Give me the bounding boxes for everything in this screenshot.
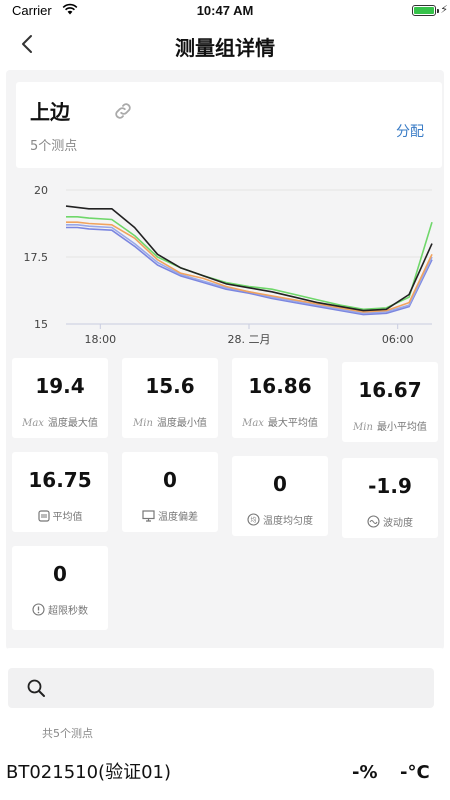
page-title: 测量组详情	[175, 36, 275, 60]
stat-tile: 0 均温度均匀度	[232, 456, 328, 536]
series-line	[66, 226, 433, 316]
stat-label-row: 均温度均匀度	[232, 512, 328, 529]
stat-label: 平均值	[52, 512, 83, 523]
stat-label-row: 波动度	[342, 514, 438, 531]
sensor-row[interactable]: BT021510(验证01) -% -°C	[0, 752, 450, 792]
stat-label: 最大平均值	[267, 418, 318, 429]
stat-label: 温度偏差	[158, 512, 198, 523]
y-tick-label: 15	[34, 318, 48, 331]
alert-icon	[32, 603, 45, 619]
stat-tile: 0 温度偏差	[122, 452, 218, 532]
stat-label-row: Min 温度最小值	[122, 414, 218, 429]
search-icon	[27, 679, 45, 697]
stat-tile: 16.67 Min 最小平均值	[342, 362, 438, 442]
series-line	[66, 223, 433, 315]
search-input[interactable]	[56, 676, 416, 700]
search-box[interactable]	[8, 668, 434, 708]
max-text-icon: Max	[242, 418, 264, 429]
stat-value: 0	[273, 472, 287, 496]
stat-value: 0	[53, 562, 67, 586]
point-count: 5个测点	[30, 139, 78, 154]
nav-bar: 测量组详情	[0, 22, 450, 68]
stat-tile: 0 超限秒数	[12, 546, 108, 630]
stat-label-row: 平均值	[12, 508, 108, 525]
wave-icon	[367, 515, 380, 531]
y-tick-label: 17.5	[24, 251, 49, 264]
stat-tile: 16.86 Max 最大平均值	[232, 358, 328, 438]
sensor-name: BT021510(验证01)	[6, 762, 172, 783]
link-icon[interactable]	[112, 100, 134, 122]
stat-value: 19.4	[35, 374, 85, 398]
chart-svg: 20 17.5 15 18:00 28. 二月 06:00	[24, 184, 433, 346]
stat-label: 温度最大值	[47, 418, 98, 429]
stat-label-row: Min 最小平均值	[342, 418, 438, 433]
stat-value: 16.75	[28, 468, 92, 492]
min-text-icon: Min	[353, 422, 373, 433]
stat-label: 超限秒数	[48, 606, 88, 617]
stat-label: 波动度	[383, 518, 413, 529]
stat-label: 温度均匀度	[263, 516, 313, 527]
stat-label-row: Max 最大平均值	[232, 414, 328, 429]
svg-text:均: 均	[250, 516, 256, 524]
uniformity-icon: 均	[247, 513, 260, 529]
stat-value: -1.9	[368, 474, 412, 498]
max-text-icon: Max	[22, 418, 44, 429]
stat-tile: 16.75 平均值	[12, 452, 108, 532]
stat-label-row: Max 温度最大值	[12, 414, 108, 429]
stat-label: 最小平均值	[376, 422, 427, 433]
stat-value: 16.67	[358, 378, 422, 402]
average-icon	[37, 509, 50, 525]
stat-label: 温度最小值	[156, 418, 207, 429]
stat-tile: 15.6 Min 温度最小值	[122, 358, 218, 438]
battery-icon	[412, 5, 439, 16]
monitor-icon	[142, 509, 155, 525]
stat-tile: -1.9 波动度	[342, 458, 438, 538]
series-line	[65, 205, 433, 312]
group-name: 上边	[30, 100, 70, 124]
stat-value: 0	[163, 468, 177, 492]
stat-label-row: 超限秒数	[12, 602, 108, 619]
stat-tile: 19.4 Max 温度最大值	[12, 358, 108, 438]
stat-value: 15.6	[145, 374, 195, 398]
x-tick-label: 28. 二月	[228, 333, 271, 346]
sensor-temperature: -°C	[400, 762, 430, 783]
stat-label-row: 温度偏差	[122, 508, 218, 525]
temperature-chart: 20 17.5 15 18:00 28. 二月 06:00	[16, 176, 442, 354]
x-tick-label: 18:00	[84, 333, 116, 346]
sensor-humidity: -%	[352, 762, 378, 783]
stat-value: 16.86	[248, 374, 312, 398]
clock: 10:47 AM	[196, 3, 254, 18]
x-tick-label: 06:00	[382, 333, 414, 346]
min-text-icon: Min	[133, 418, 153, 429]
sensor-count-text: 共5个测点	[42, 727, 93, 740]
status-bar: Carrier 10:47 AM ⚡	[0, 0, 450, 22]
assign-button[interactable]: 分配	[396, 121, 424, 141]
group-card: 上边 5个测点 分配	[16, 82, 442, 168]
y-tick-label: 20	[34, 184, 48, 197]
charging-icon: ⚡	[440, 3, 448, 16]
